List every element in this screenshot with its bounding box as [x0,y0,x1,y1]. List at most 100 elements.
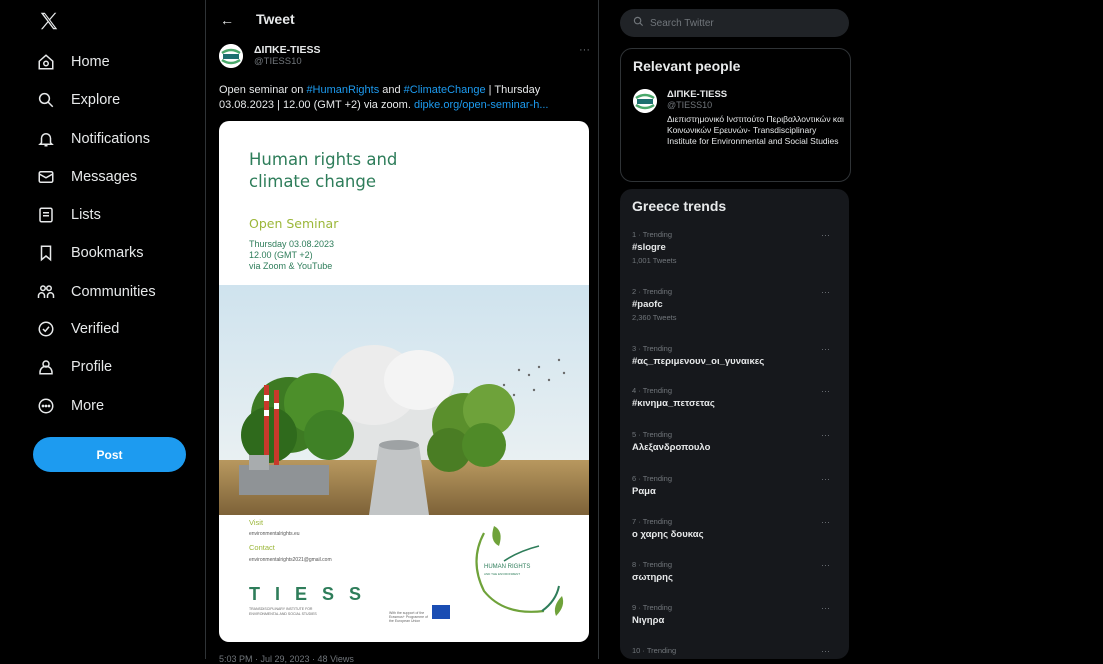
nav-explore[interactable]: Explore [36,85,120,115]
poster-date: Thursday 03.08.2023 [249,239,335,249]
trend-more-icon[interactable]: ··· [821,386,830,396]
url-link[interactable]: dipke.org/open-seminar-h... [414,99,549,111]
nav-messages[interactable]: Messages [36,162,137,192]
author-handle[interactable]: @TIESS10 [254,56,302,67]
poster-visit-url: environmentalrights.eu [249,531,300,537]
poster-visit-label: Visit [249,518,264,527]
nav-home[interactable]: Home [36,47,110,77]
trend-name: #paofc [632,299,663,310]
nav-notifications[interactable]: Notifications [36,124,150,154]
relevant-person-name[interactable]: ΔΙΠΚΕ-TIESS [667,89,727,100]
trend-context: 3 · Trending [632,344,673,353]
trend-name: #ας_περιμενουν_οι_γυναικες [632,356,765,367]
nav-communities-label: Communities [71,284,156,300]
trend-item[interactable]: 3 · Trending #ας_περιμενουν_οι_γυναικες … [632,344,842,367]
more-options-icon[interactable]: ··· [579,44,590,56]
back-arrow-icon[interactable]: ← [220,12,234,28]
poster-time: 12.00 (GMT +2) [249,250,313,260]
trend-item[interactable]: 7 · Trending ο χαρης δουκας ··· [632,517,842,540]
relevant-people-card: Relevant people ΔΙΠΚΕ-TIESS @TIESS10 Διε… [620,48,851,182]
trend-item[interactable]: 10 · Trending ··· [632,646,842,656]
trend-context: 2 · Trending [632,287,673,296]
poster-title-line: climate change [249,172,377,191]
trend-item[interactable]: 9 · Trending Νιγηρα ··· [632,603,842,626]
trend-item[interactable]: 6 · Trending Ραμα ··· [632,474,842,497]
trend-name: ο χαρης δουκας [632,529,704,540]
home-icon [36,52,56,72]
trend-more-icon[interactable]: ··· [821,287,830,297]
nav-lists[interactable]: Lists [36,200,101,230]
nav-communities[interactable]: Communities [36,277,156,307]
trend-more-icon[interactable]: ··· [821,344,830,354]
tweet-detail: ← Tweet ΔΙΠΚΕ-TIESS @TIESS10 ··· Open se… [206,0,598,664]
nav-bookmarks[interactable]: Bookmarks [36,238,144,268]
trend-more-icon[interactable]: ··· [821,430,830,440]
search-icon [36,90,56,110]
trend-context: 8 · Trending [632,560,673,569]
poster-title: Human rights and climate change [249,149,397,193]
relevant-people-title: Relevant people [633,58,741,74]
search-input[interactable]: Search Twitter [620,9,849,37]
trend-more-icon[interactable]: ··· [821,560,830,570]
nav-profile[interactable]: Profile [36,352,112,382]
trend-item[interactable]: 1 · Trending #slogre 1,001 Tweets ··· [632,230,842,265]
poster-institute: TRANSDISCIPLINARY INSTITUTE FOR ENVIRONM… [249,607,317,616]
divider [598,0,599,659]
bookmark-icon [36,243,56,263]
avatar[interactable] [219,44,243,68]
tweet-timestamp: 5:03 PM · Jul 29, 2023 · 48 Views [219,654,354,664]
people-icon [36,282,56,302]
x-logo-icon[interactable] [38,10,66,38]
poster-contact-email: environmentalrights2021@gmail.com [249,557,332,563]
trend-more-icon[interactable]: ··· [821,646,830,656]
tweet-text-part: and [379,84,404,96]
trend-item[interactable]: 4 · Trending #κινημα_πετσετας ··· [632,386,842,409]
trend-more-icon[interactable]: ··· [821,230,830,240]
nav-verified-label: Verified [71,321,120,337]
author-name[interactable]: ΔΙΠΚΕ-TIESS [254,44,320,56]
trend-context: 9 · Trending [632,603,673,612]
tweet-image[interactable]: Human rights and climate change Open Sem… [219,121,589,642]
trend-more-icon[interactable]: ··· [821,517,830,527]
more-circle-icon [36,396,56,416]
tweet-text-part: Open seminar on [219,84,307,96]
trend-context: 10 · Trending [632,646,677,655]
trend-name: Ραμα [632,486,656,497]
page-title: Tweet [256,11,295,27]
trend-context: 6 · Trending [632,474,673,483]
trend-context: 7 · Trending [632,517,673,526]
nav-explore-label: Explore [71,92,121,108]
post-button[interactable]: Post [33,437,186,472]
trend-name: Αλεξανδροπουλο [632,442,711,453]
poster-tiess-logo: T I E S S [249,584,367,604]
search-placeholder: Search Twitter [650,18,714,29]
nav-profile-label: Profile [71,359,113,375]
trend-item[interactable]: 2 · Trending #paofc 2,360 Tweets ··· [632,287,842,322]
relevant-person-handle[interactable]: @TIESS10 [667,100,712,110]
trend-item[interactable]: 8 · Trending σωτηρης ··· [632,560,842,583]
avatar[interactable] [633,89,657,113]
trend-item[interactable]: 5 · Trending Αλεξανδροπουλο ··· [632,430,842,453]
sidebar: Home Explore Notifications Messages List… [0,0,205,659]
hashtag-link[interactable]: #HumanRights [306,84,379,96]
trend-more-icon[interactable]: ··· [821,474,830,484]
nav-more[interactable]: More [36,391,104,421]
poster-contact-label: Contact [249,543,275,552]
nav-notifications-label: Notifications [71,131,150,147]
nav-messages-label: Messages [71,169,138,185]
person-icon [36,357,56,377]
trend-more-icon[interactable]: ··· [821,603,830,613]
trend-name: Νιγηρα [632,615,665,626]
poster-seminar: Open Seminar [249,216,339,231]
poster-illustration [219,285,589,515]
trend-count: 1,001 Tweets [632,256,677,265]
bell-icon [36,129,56,149]
trend-name: #slogre [632,242,666,253]
hashtag-link[interactable]: #ClimateChange [404,84,486,96]
poster-logo-subtitle: AND THE ENVIRONMENT [484,572,521,576]
trend-name: #κινημα_πετσετας [632,398,715,409]
nav-verified[interactable]: Verified [36,314,119,344]
poster-details: Thursday 03.08.2023 12.00 (GMT +2) via Z… [249,239,334,272]
verified-icon [36,319,56,339]
trend-context: 4 · Trending [632,386,673,395]
